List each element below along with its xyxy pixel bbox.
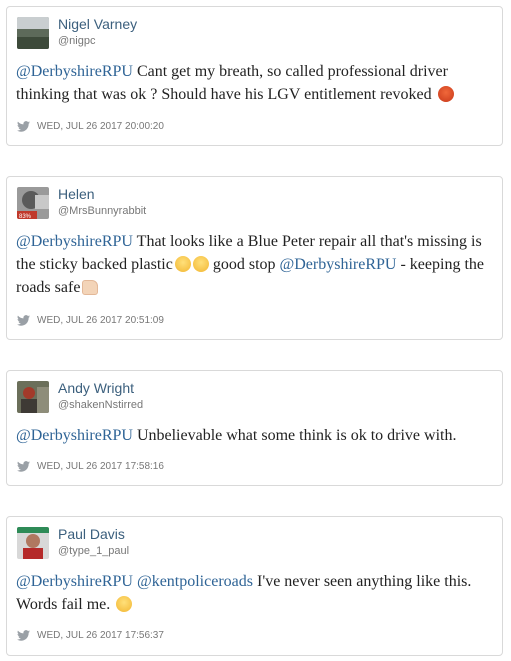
tweet-meta: WED, JUL 26 2017 20:00:20 [17, 121, 164, 132]
author-handle[interactable]: @nigpc [58, 35, 95, 47]
author-name[interactable]: Helen [58, 186, 95, 202]
mention-link[interactable]: @DerbyshireRPU [280, 256, 397, 273]
author-handle[interactable]: @MrsBunnyrabbit [58, 205, 146, 217]
tweet-text: @DerbyshireRPU Cant get my breath, so ca… [16, 60, 500, 106]
author-name[interactable]: Paul Davis [58, 526, 125, 542]
avatar[interactable] [17, 17, 49, 49]
tweet-text-segment: Unbelievable what some think is ok to dr… [132, 427, 457, 444]
angry-face-emoji-icon [437, 86, 454, 102]
mention-link[interactable]: @DerbyshireRPU [16, 63, 133, 80]
mention-link[interactable]: @DerbyshireRPU [16, 573, 133, 590]
twitter-bird-icon[interactable] [17, 121, 30, 132]
twitter-bird-icon[interactable] [17, 315, 30, 326]
tears-of-joy-emoji-icon [174, 256, 191, 272]
mention-link[interactable]: @kentpoliceroads [137, 573, 253, 590]
avatar[interactable] [17, 381, 49, 413]
tweet-timestamp[interactable]: WED, JUL 26 2017 17:56:37 [37, 630, 164, 641]
tweet-text: @DerbyshireRPU That looks like a Blue Pe… [16, 230, 500, 299]
tweet-text-segment: good stop [208, 256, 280, 273]
svg-text:83%: 83% [19, 214, 32, 219]
thumbs-up-emoji-icon [82, 280, 99, 295]
tweet-meta: WED, JUL 26 2017 17:56:37 [17, 630, 164, 641]
tweet-card: Andy Wright @shakenNstirred @DerbyshireR… [6, 370, 503, 486]
tweet-card: 83% Helen @MrsBunnyrabbit @DerbyshireRPU… [6, 176, 503, 340]
mention-link[interactable]: @DerbyshireRPU [16, 233, 133, 250]
tweet-text: @DerbyshireRPU @kentpoliceroads I've nev… [16, 570, 500, 616]
author-handle[interactable]: @type_1_paul [58, 545, 129, 557]
avatar[interactable]: 83% [17, 187, 49, 219]
tears-of-joy-emoji-icon [192, 256, 209, 272]
author-handle[interactable]: @shakenNstirred [58, 399, 143, 411]
twitter-bird-icon[interactable] [17, 461, 30, 472]
avatar[interactable] [17, 527, 49, 559]
tweet-card: Paul Davis @type_1_paul @DerbyshireRPU @… [6, 516, 503, 656]
twitter-bird-icon[interactable] [17, 630, 30, 641]
tweet-text: @DerbyshireRPU Unbelievable what some th… [16, 424, 500, 447]
confused-face-emoji-icon [116, 596, 133, 612]
tweet-meta: WED, JUL 26 2017 17:58:16 [17, 461, 164, 472]
tweet-card: Nigel Varney @nigpc @DerbyshireRPU Cant … [6, 6, 503, 146]
author-name[interactable]: Nigel Varney [58, 16, 137, 32]
tweet-timestamp[interactable]: WED, JUL 26 2017 20:00:20 [37, 121, 164, 132]
tweet-meta: WED, JUL 26 2017 20:51:09 [17, 315, 164, 326]
tweet-timestamp[interactable]: WED, JUL 26 2017 20:51:09 [37, 315, 164, 326]
author-name[interactable]: Andy Wright [58, 380, 134, 396]
tweet-timestamp[interactable]: WED, JUL 26 2017 17:58:16 [37, 461, 164, 472]
mention-link[interactable]: @DerbyshireRPU [16, 427, 133, 444]
